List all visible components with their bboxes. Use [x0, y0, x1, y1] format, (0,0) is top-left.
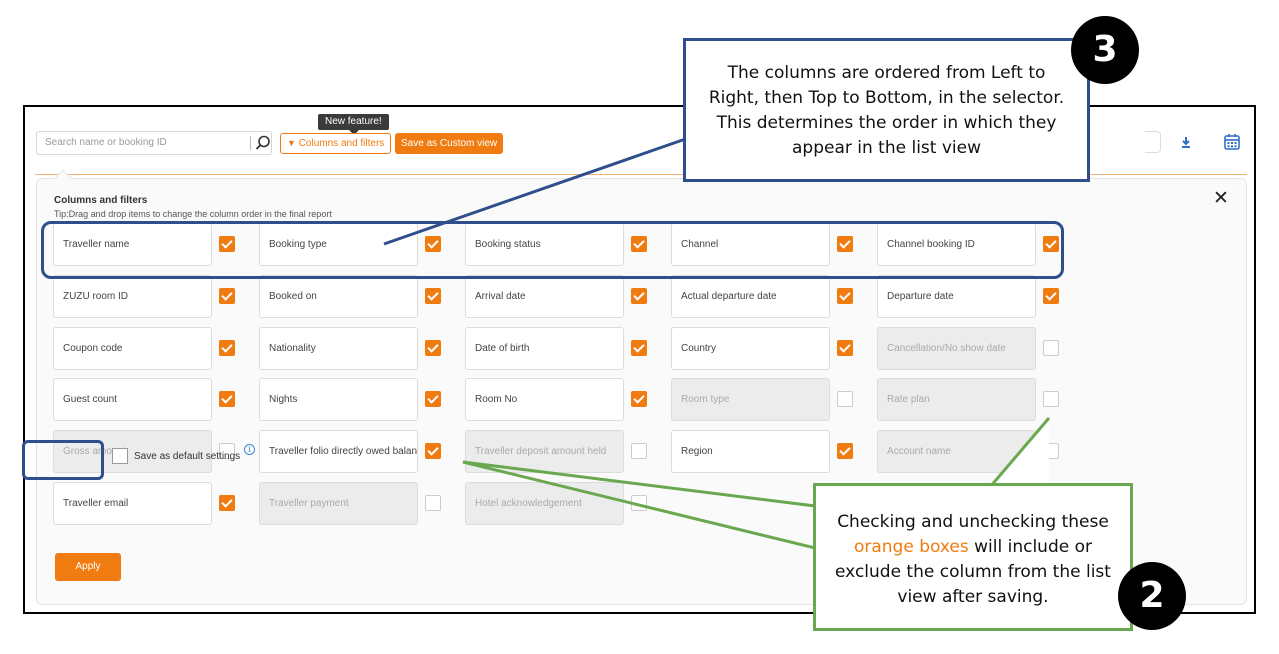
columns-filters-label: Columns and filters — [298, 138, 385, 149]
panel-title: Columns and filters — [54, 195, 148, 206]
new-feature-tooltip: New feature! — [318, 114, 389, 135]
column-field[interactable]: Date of birth — [465, 326, 624, 370]
column-field[interactable]: Region — [671, 430, 830, 474]
step2-text-before: Checking and unchecking these — [837, 512, 1109, 532]
info-icon[interactable]: i — [244, 444, 255, 455]
panel-pointer — [54, 169, 72, 187]
column-field[interactable]: Country — [671, 326, 830, 370]
columns-filters-button[interactable]: ▼ Columns and filters — [280, 133, 392, 154]
column-checkbox[interactable] — [425, 391, 441, 408]
column-field[interactable]: Hotel acknowledgement — [465, 482, 624, 525]
column-checkbox[interactable] — [837, 443, 853, 460]
column-field[interactable]: Departure date — [877, 274, 1036, 318]
column-checkbox[interactable] — [425, 443, 441, 460]
column-checkbox[interactable] — [631, 287, 647, 304]
apply-highlight-box — [22, 440, 104, 480]
filter-icon: ▼ — [287, 138, 296, 148]
calendar-icon[interactable] — [1223, 133, 1241, 151]
step2-callout: Checking and unchecking these orange box… — [813, 483, 1133, 631]
column-field[interactable]: Traveller payment — [259, 482, 418, 525]
column-field[interactable]: Coupon code — [53, 326, 212, 370]
apply-button[interactable]: Apply — [55, 553, 121, 581]
column-field[interactable]: Arrival date — [465, 274, 624, 318]
search-input[interactable]: Search name or booking ID — [36, 131, 272, 155]
column-field[interactable]: Guest count — [53, 378, 212, 422]
column-field[interactable]: Traveller folio directly owed balan — [259, 430, 418, 474]
column-field[interactable]: Room type — [671, 378, 830, 422]
column-field[interactable]: Traveller deposit amount held — [465, 430, 624, 474]
column-checkbox[interactable] — [1043, 339, 1059, 356]
download-icon[interactable] — [1179, 135, 1193, 149]
column-field[interactable]: Account name — [877, 430, 1036, 474]
close-icon[interactable]: ✕ — [1211, 189, 1231, 209]
search-icon[interactable] — [254, 134, 272, 152]
column-field[interactable]: Room No — [465, 378, 624, 422]
column-field[interactable]: ZUZU room ID — [53, 274, 212, 318]
date-range-input[interactable] — [1145, 131, 1161, 153]
column-checkbox[interactable] — [837, 287, 853, 304]
column-checkbox[interactable] — [1043, 391, 1059, 408]
column-checkbox[interactable] — [425, 495, 441, 511]
step2-number-badge: 2 — [1118, 562, 1186, 630]
column-field[interactable]: Booked on — [259, 274, 418, 318]
column-checkbox[interactable] — [837, 391, 853, 408]
first-row-highlight-box — [41, 221, 1064, 279]
column-field[interactable]: Rate plan — [877, 378, 1036, 422]
column-checkbox[interactable] — [631, 339, 647, 356]
step2-text-highlight: orange boxes — [853, 537, 969, 557]
column-checkbox[interactable] — [837, 339, 853, 356]
column-field[interactable]: Actual departure date — [671, 274, 830, 318]
column-checkbox[interactable] — [1043, 443, 1059, 460]
column-field[interactable]: Traveller email — [53, 482, 212, 525]
column-checkbox[interactable] — [219, 287, 235, 304]
column-checkbox[interactable] — [631, 495, 647, 511]
column-field[interactable]: Nights — [259, 378, 418, 422]
column-checkbox[interactable] — [219, 339, 235, 356]
search-divider — [250, 136, 251, 150]
panel-tip: Tip:Drag and drop items to change the co… — [54, 209, 332, 219]
column-checkbox[interactable] — [631, 443, 647, 460]
save-default-label: Save as default settings — [134, 451, 241, 462]
column-checkbox[interactable] — [1043, 287, 1059, 304]
column-checkbox[interactable] — [631, 391, 647, 408]
column-field[interactable]: Nationality — [259, 326, 418, 370]
save-custom-view-button[interactable]: Save as Custom view — [395, 133, 504, 154]
column-checkbox[interactable] — [219, 495, 235, 511]
step3-number-badge: 3 — [1071, 16, 1139, 84]
column-checkbox[interactable] — [425, 287, 441, 304]
column-field[interactable]: Cancellation/No show date — [877, 326, 1036, 370]
step3-callout: The columns are ordered from Left to Rig… — [683, 38, 1090, 182]
column-checkbox[interactable] — [425, 339, 441, 356]
save-default-checkbox[interactable] — [112, 448, 128, 464]
column-checkbox[interactable] — [219, 391, 235, 408]
